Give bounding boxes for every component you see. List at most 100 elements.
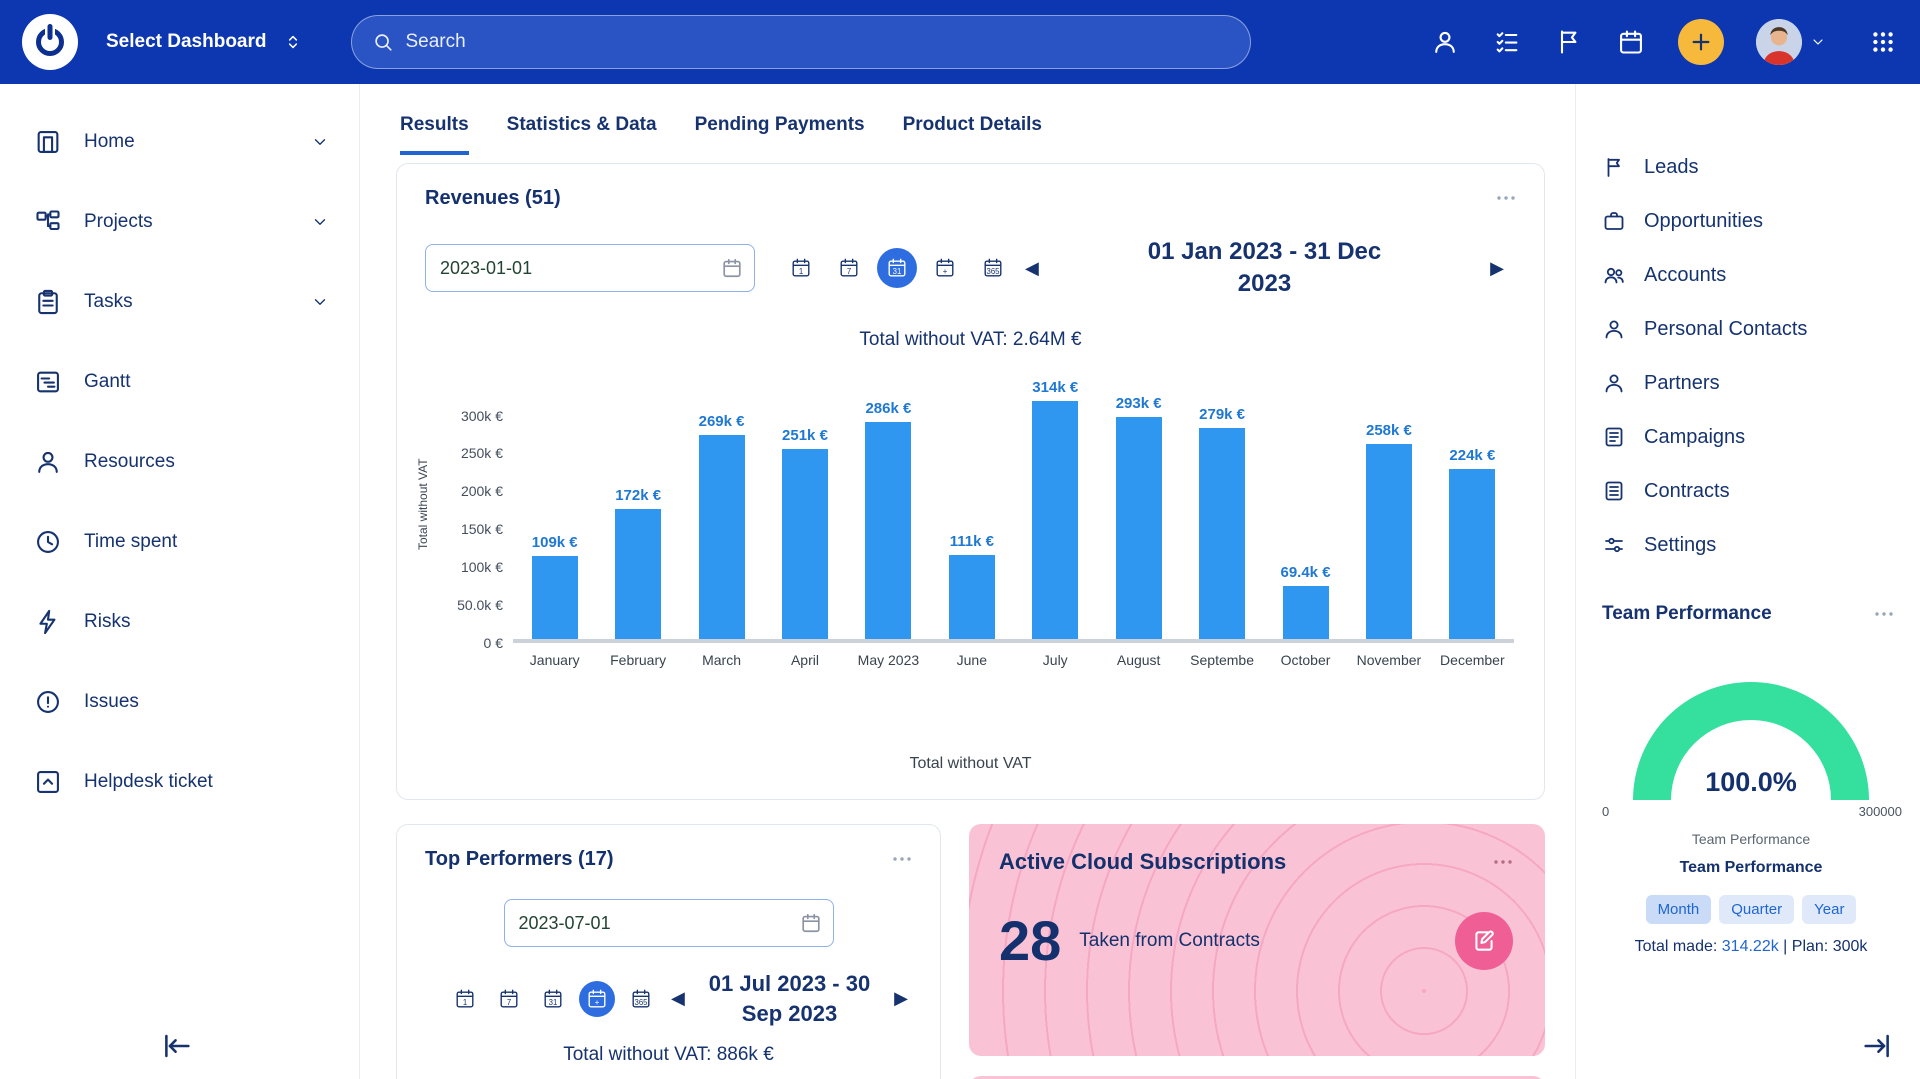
period-quarter-button[interactable]: Quarter [1719, 895, 1794, 924]
gauge-axis: 0 300000 [1602, 804, 1902, 819]
y-tick-label: 150k € [461, 521, 503, 537]
x-tick-label: October [1264, 643, 1347, 668]
total-made-value[interactable]: 314.22k [1722, 938, 1779, 955]
more-menu-icon[interactable] [1490, 182, 1522, 214]
home-icon [34, 128, 62, 156]
tab-statistics-data[interactable]: Statistics & Data [507, 114, 657, 155]
chevron-down-icon[interactable] [311, 213, 329, 231]
arrow-left-to-line-icon [160, 1029, 194, 1063]
bar[interactable] [699, 435, 745, 639]
next-period-button[interactable]: ▶ [882, 988, 920, 1009]
right-nav-partners[interactable]: Partners [1602, 356, 1900, 410]
right-nav-leads[interactable]: Leads [1602, 140, 1900, 194]
right-nav-contracts[interactable]: Contracts [1602, 464, 1900, 518]
profile-menu[interactable] [1756, 19, 1826, 65]
app-logo[interactable] [22, 14, 78, 70]
x-tick-label: March [680, 643, 763, 668]
date-input[interactable] [505, 913, 789, 934]
chevron-down-icon[interactable] [311, 293, 329, 311]
add-button[interactable] [1678, 19, 1724, 65]
sidebar-item-helpdesk-ticket[interactable]: Helpdesk ticket [0, 742, 359, 822]
period-month-button[interactable]: Month [1646, 895, 1712, 924]
svg-text:+: + [943, 267, 948, 276]
edit-contract-button[interactable] [1455, 912, 1513, 970]
clock-icon [34, 528, 62, 556]
y-tick-label: 300k € [461, 408, 503, 424]
cats-row: JanuaryFebruaryMarchAprilMay 2023JuneJul… [513, 643, 1514, 668]
apps-grid-icon[interactable] [1868, 27, 1898, 57]
bar[interactable] [1449, 469, 1495, 639]
bar[interactable] [782, 449, 828, 639]
sidebar-item-tasks[interactable]: Tasks [0, 262, 359, 342]
expand-right-sidebar-button[interactable] [1860, 1029, 1894, 1063]
bar-value-label: 251k € [782, 427, 828, 444]
more-menu-icon[interactable] [1868, 598, 1900, 630]
sidebar-item-gantt[interactable]: Gantt [0, 342, 359, 422]
zoom-level-+-icon[interactable]: + [579, 981, 615, 1017]
prev-period-button[interactable]: ◀ [659, 988, 697, 1009]
zoom-level-1-icon[interactable]: 1 [781, 248, 821, 288]
flag-icon[interactable] [1554, 27, 1584, 57]
zoom-level-31-icon[interactable]: 31 [877, 248, 917, 288]
power-logo-icon [36, 28, 64, 56]
calendar-icon[interactable] [1616, 27, 1646, 57]
date-input[interactable] [426, 258, 710, 279]
sidebar-item-risks[interactable]: Risks [0, 582, 359, 662]
zoom-level-+-icon[interactable]: + [925, 248, 965, 288]
svg-text:365: 365 [987, 267, 1000, 276]
bar[interactable] [532, 556, 578, 639]
dashboard-selector[interactable]: Select Dashboard [106, 31, 303, 53]
zoom-level-7-icon[interactable]: 7 [829, 248, 869, 288]
sidebar-item-issues[interactable]: Issues [0, 662, 359, 742]
period-year-button[interactable]: Year [1802, 895, 1856, 924]
exclamation-circle-icon [34, 688, 62, 716]
tab-product-details[interactable]: Product Details [903, 114, 1042, 155]
checklist-icon[interactable] [1492, 27, 1522, 57]
bar-value-label: 314k € [1032, 379, 1078, 396]
user-icon[interactable] [1430, 27, 1460, 57]
collapse-sidebar-button[interactable] [160, 1029, 194, 1063]
bar[interactable] [1116, 417, 1162, 639]
dashboard-tabs: Results Statistics & Data Pending Paymen… [396, 84, 1545, 155]
y-axis-title: Total without VAT [411, 393, 435, 668]
right-nav-settings[interactable]: Settings [1602, 518, 1900, 572]
bar[interactable] [949, 555, 995, 639]
zoom-level-7-icon[interactable]: 7 [491, 981, 527, 1017]
bar[interactable] [1283, 586, 1329, 639]
bar[interactable] [1366, 444, 1412, 639]
sidebar-item-time-spent[interactable]: Time spent [0, 502, 359, 582]
zoom-level-365-icon[interactable]: 365 [623, 981, 659, 1017]
tab-pending-payments[interactable]: Pending Payments [695, 114, 865, 155]
zoom-level-365-icon[interactable]: 365 [973, 248, 1013, 288]
more-menu-icon[interactable] [1487, 846, 1519, 878]
right-nav-personal-contacts[interactable]: Personal Contacts [1602, 302, 1900, 356]
search-input[interactable] [406, 31, 1230, 53]
tab-results[interactable]: Results [400, 114, 469, 155]
zoom-level-31-icon[interactable]: 31 [535, 981, 571, 1017]
sidebar-item-home[interactable]: Home [0, 102, 359, 182]
team-performance-title: Team Performance [1602, 603, 1772, 625]
right-nav-opportunities[interactable]: Opportunities [1602, 194, 1900, 248]
sidebar-item-projects[interactable]: Projects [0, 182, 359, 262]
calendar-icon[interactable] [789, 912, 833, 934]
chart-legend: Total without VAT [397, 755, 1544, 799]
zoom-level-1-icon[interactable]: 1 [447, 981, 483, 1017]
more-menu-icon[interactable] [886, 843, 918, 875]
bar-column: 314k € [1014, 379, 1097, 639]
bar[interactable] [1032, 401, 1078, 639]
top-performers-total: Total without VAT: 886k € [397, 1044, 940, 1066]
calendar-icon[interactable] [710, 257, 754, 279]
bar-value-label: 224k € [1449, 447, 1495, 464]
chevron-down-icon[interactable] [311, 133, 329, 151]
bar[interactable] [1199, 428, 1245, 639]
right-nav-accounts[interactable]: Accounts [1602, 248, 1900, 302]
bar[interactable] [615, 509, 661, 639]
sidebar-item-resources[interactable]: Resources [0, 422, 359, 502]
right-nav-campaigns[interactable]: Campaigns [1602, 410, 1900, 464]
prev-period-button[interactable]: ◀ [1013, 258, 1051, 279]
bar[interactable] [865, 422, 911, 639]
person-icon [1602, 371, 1626, 395]
right-nav-label: Opportunities [1644, 210, 1763, 233]
next-period-button[interactable]: ▶ [1478, 258, 1516, 279]
topbar: Select Dashboard [0, 0, 1920, 84]
